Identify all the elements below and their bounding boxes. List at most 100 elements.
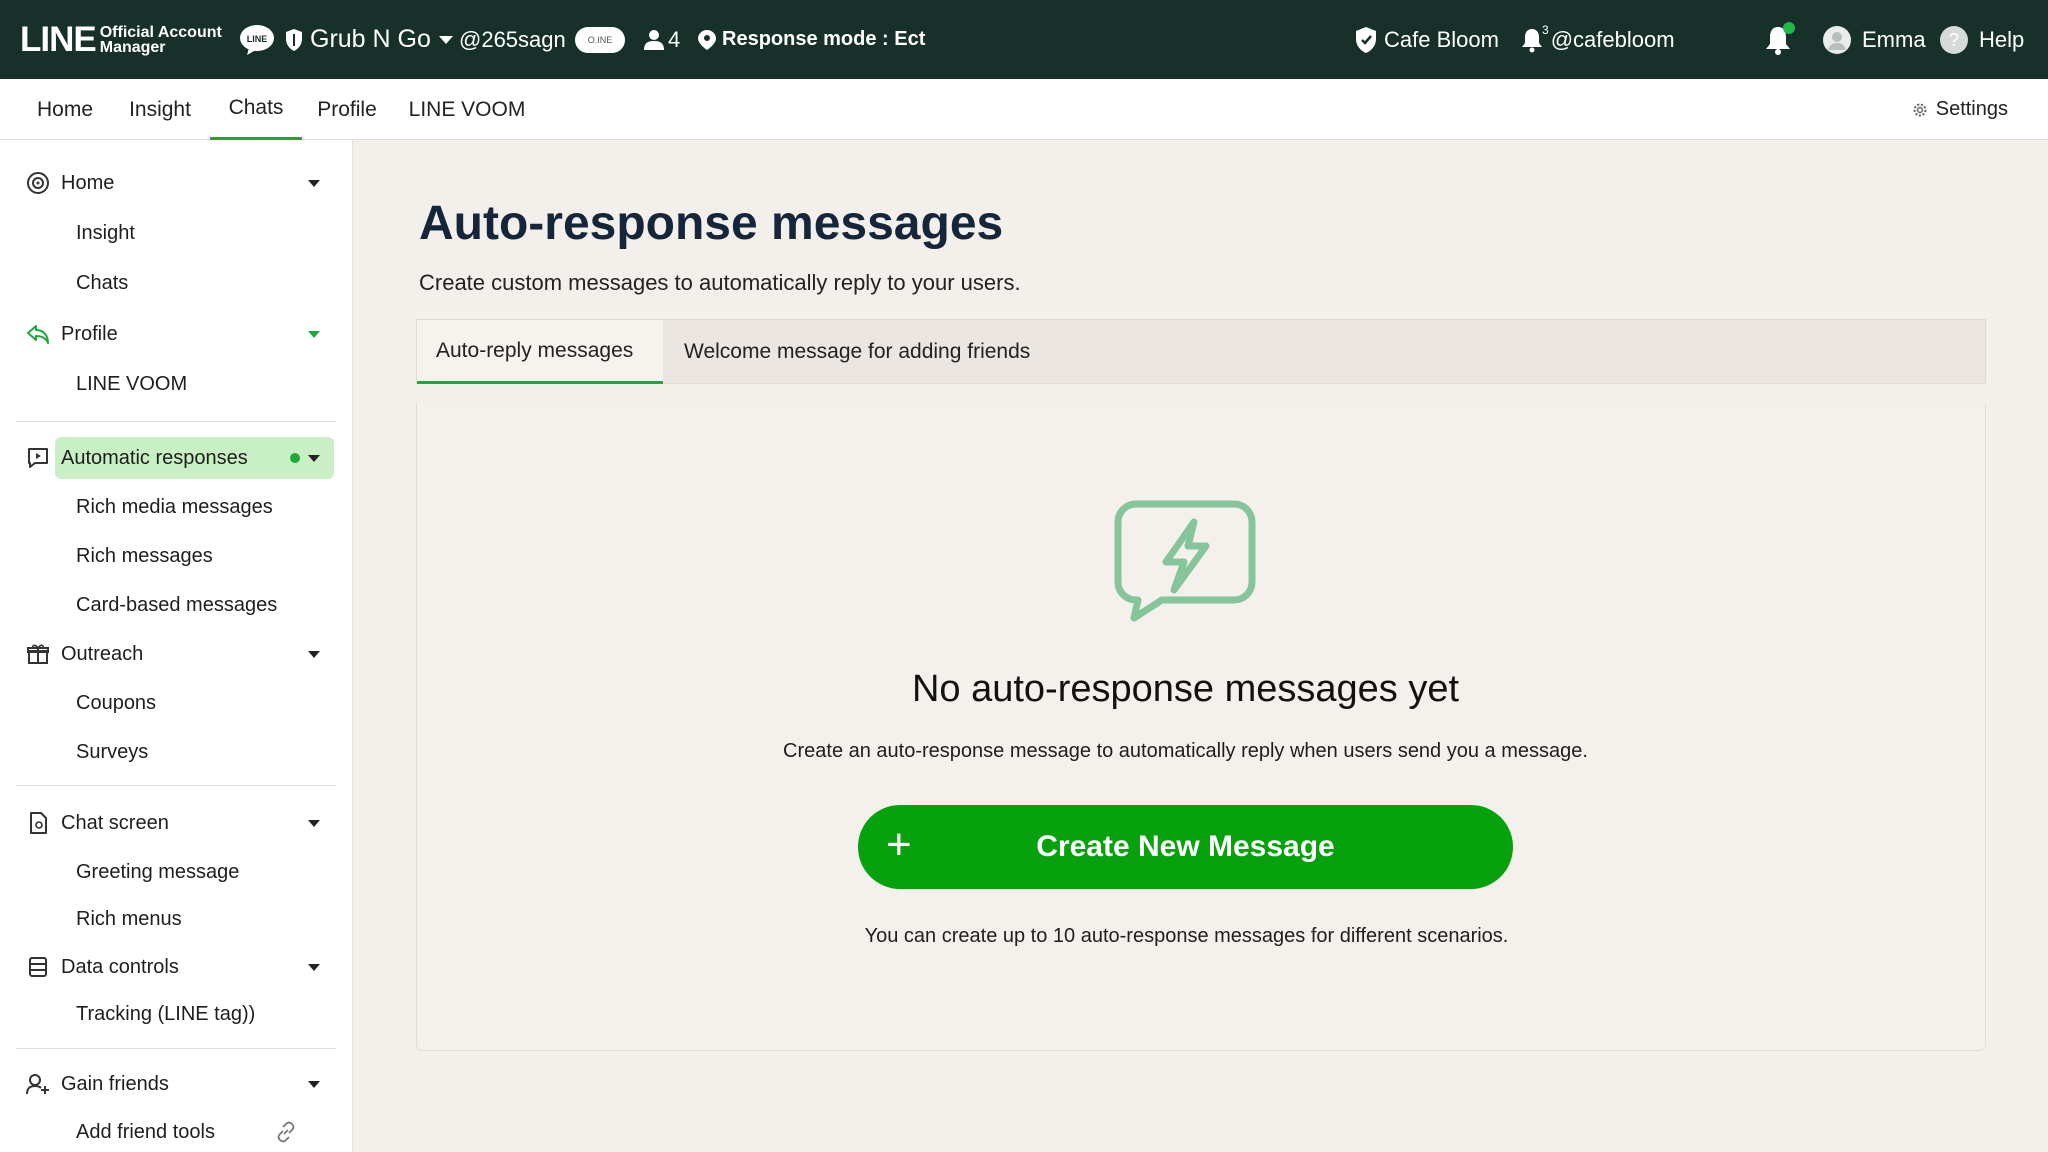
sidebar-item-automatic-responses[interactable]: Automatic responses bbox=[0, 442, 353, 474]
account-id-text: @265sagn bbox=[459, 26, 566, 52]
sidebar-subitem-line-voom[interactable]: LINE VOOM bbox=[0, 368, 353, 400]
brand-logo[interactable]: LINE Official Account Manager bbox=[20, 22, 222, 57]
tab-home[interactable]: Home bbox=[20, 79, 110, 140]
empty-state-description: Create an auto-response message to autom… bbox=[783, 740, 1588, 762]
shield-icon bbox=[286, 28, 302, 51]
notifications-button[interactable] bbox=[1764, 0, 1795, 79]
sidebar-item-chat-screen[interactable]: Chat screen bbox=[0, 807, 353, 839]
sidebar-subitem-rich-media[interactable]: Rich media messages bbox=[0, 491, 353, 523]
sidebar-subitem-tracking[interactable]: Tracking (LINE tag)) bbox=[0, 998, 353, 1030]
sidebar-subitem-greeting[interactable]: Greeting message bbox=[0, 856, 353, 888]
tab-auto-reply[interactable]: Auto-reply messages bbox=[417, 320, 663, 384]
bell-icon bbox=[1522, 28, 1542, 52]
brand-subtitle: Official Account Manager bbox=[99, 24, 222, 56]
sidebar-subitem-chats[interactable]: Chats bbox=[0, 267, 353, 299]
sidebar-item-home[interactable]: Home bbox=[0, 167, 353, 199]
tab-profile[interactable]: Profile bbox=[307, 79, 387, 140]
account-selector[interactable]: Grub N Go bbox=[284, 0, 454, 79]
gift-icon bbox=[27, 644, 49, 664]
message-limit-note: You can create up to 10 auto-response me… bbox=[864, 925, 1509, 947]
sidebar-item-label: Profile bbox=[61, 322, 118, 345]
sidebar-item-label: Data controls bbox=[61, 955, 179, 978]
target-icon bbox=[27, 172, 49, 194]
sidebar-item-data-controls[interactable]: Data controls bbox=[0, 951, 353, 983]
link-icon bbox=[277, 1121, 295, 1143]
sidebar-subitem-insight[interactable]: Insight bbox=[0, 217, 353, 249]
sidebar-item-outreach[interactable]: Outreach bbox=[0, 638, 353, 670]
shield-check-icon bbox=[1356, 26, 1376, 53]
sidebar-subitem-label: Tracking (LINE tag)) bbox=[76, 1002, 256, 1025]
sidebar-subitem-label: Add friend tools bbox=[76, 1120, 215, 1143]
help-label: Help bbox=[1979, 26, 2025, 52]
sidebar-subitem-label: Insight bbox=[76, 221, 135, 244]
line-toggle[interactable]: O.INE bbox=[575, 0, 625, 79]
location-pin-icon bbox=[698, 29, 716, 50]
sidebar-subitem-label: LINE VOOM bbox=[76, 372, 188, 395]
line-chat-icon[interactable]: LINE bbox=[239, 0, 275, 79]
chat-bubble-icon bbox=[28, 448, 48, 468]
user-menu[interactable]: Emma bbox=[1822, 0, 1926, 79]
sidebar-subitem-label: Chats bbox=[76, 271, 129, 294]
friend-count-text: 4 bbox=[668, 26, 681, 52]
help-icon: ? bbox=[1940, 25, 1968, 54]
settings-label: Settings bbox=[1935, 98, 2008, 120]
svg-text:?: ? bbox=[1949, 30, 1959, 50]
chevron-down-icon bbox=[308, 1080, 320, 1088]
sidebar-item-profile[interactable]: Profile bbox=[0, 318, 353, 350]
line-toggle-pill: O.INE bbox=[575, 26, 625, 53]
sidebar-item-label: Gain friends bbox=[61, 1072, 169, 1095]
friend-count[interactable]: 4 bbox=[643, 0, 680, 79]
reply-arrow-icon bbox=[27, 325, 49, 344]
shop-handle[interactable]: 3 @cafebloom bbox=[1520, 0, 1675, 79]
sidebar-item-gain-friends[interactable]: Gain friends bbox=[0, 1068, 353, 1100]
sidebar-item-label: Automatic responses bbox=[61, 446, 248, 469]
create-new-message-button[interactable]: + Create New Message bbox=[858, 805, 1513, 889]
lightning-chat-icon bbox=[1114, 500, 1256, 622]
sidebar-divider bbox=[16, 785, 336, 786]
svg-text:LINE: LINE bbox=[247, 34, 268, 44]
sidebar-subitem-label: Greeting message bbox=[76, 860, 240, 883]
sidebar-subitem-label: Rich media messages bbox=[76, 495, 273, 518]
empty-state-title: No auto-response messages yet bbox=[911, 668, 1460, 710]
account-name: Grub N Go bbox=[310, 25, 431, 53]
tab-welcome-message[interactable]: Welcome message for adding friends bbox=[684, 320, 1030, 384]
sidebar-subitem-rich-messages[interactable]: Rich messages bbox=[0, 540, 353, 572]
sidebar-subitem-add-friend-tools[interactable]: Add friend tools bbox=[0, 1116, 353, 1148]
account-id: @265sagn bbox=[459, 0, 566, 79]
add-user-icon bbox=[26, 1074, 49, 1095]
chevron-down-icon bbox=[308, 179, 320, 187]
sidebar-divider bbox=[16, 421, 336, 422]
tab-insight[interactable]: Insight bbox=[117, 79, 203, 140]
help-button[interactable]: ? Help bbox=[1939, 0, 2024, 79]
settings-button[interactable]: Settings bbox=[1911, 79, 2008, 140]
shop-handle-text: @cafebloom bbox=[1550, 26, 1675, 52]
tab-line-voom[interactable]: LINE VOOM bbox=[403, 79, 531, 140]
page-subtitle: Create custom messages to automatically … bbox=[419, 270, 1021, 295]
create-new-message-label: Create New Message bbox=[1036, 830, 1335, 863]
sidebar: Home Insight Chats Profile LINE VOOM Aut… bbox=[0, 140, 353, 1152]
document-icon bbox=[30, 812, 47, 834]
main-tab-nav: Home Insight Chats Profile LINE VOOM Set… bbox=[0, 79, 2048, 140]
sidebar-item-label: Chat screen bbox=[61, 811, 169, 834]
top-header: LINE Official Account Manager LINE Grub … bbox=[0, 0, 2048, 79]
chevron-down-icon bbox=[308, 650, 320, 658]
sidebar-subitem-label: Card-based messages bbox=[76, 593, 278, 616]
person-icon bbox=[644, 29, 664, 50]
status-dot bbox=[290, 453, 300, 463]
response-mode-text: Response mode : Ect bbox=[722, 28, 926, 50]
page-title: Auto-response messages bbox=[419, 197, 1004, 250]
response-mode[interactable]: Response mode : Ect bbox=[697, 0, 925, 79]
brand-sub-line-2: Manager bbox=[99, 38, 166, 56]
chevron-down-icon bbox=[308, 819, 320, 827]
sidebar-item-label: Outreach bbox=[61, 642, 144, 665]
sidebar-subitem-label: Rich messages bbox=[76, 544, 213, 567]
sidebar-subitem-card-based[interactable]: Card-based messages bbox=[0, 589, 353, 621]
chevron-down-icon bbox=[438, 35, 453, 44]
tab-chats[interactable]: Chats bbox=[210, 79, 302, 140]
shop-selector[interactable]: Cafe Bloom bbox=[1354, 0, 1499, 79]
sidebar-divider bbox=[16, 1048, 336, 1049]
shop-notif-count: 3 bbox=[1542, 22, 1549, 37]
sidebar-item-label: Home bbox=[61, 171, 115, 194]
content-tabs: Auto-reply messages Welcome message for … bbox=[416, 319, 1986, 384]
notification-dot bbox=[1783, 21, 1795, 34]
